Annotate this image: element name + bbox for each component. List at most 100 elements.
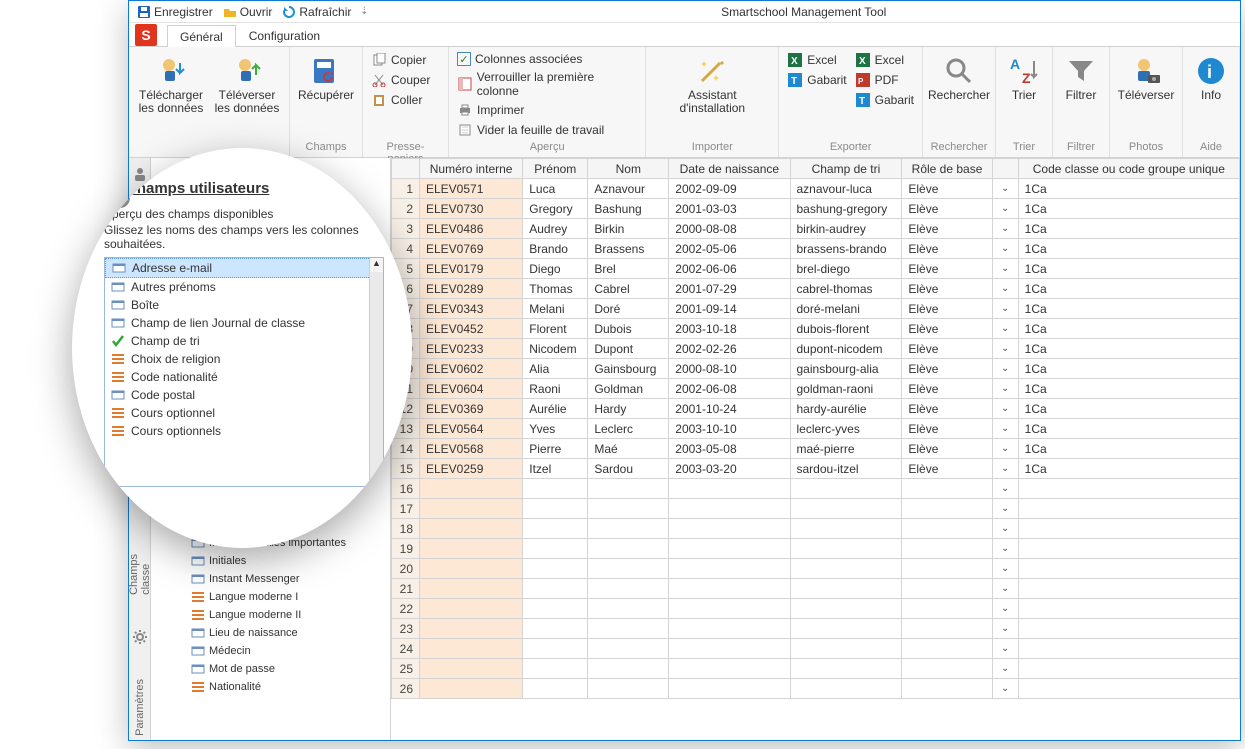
cell-prenom[interactable]: Luca	[523, 179, 588, 199]
cell-dob[interactable]: 2003-10-10	[669, 419, 790, 439]
tab-configuration[interactable]: Configuration	[236, 24, 333, 46]
column-header[interactable]: Code classe ou code groupe unique	[1018, 159, 1239, 179]
cell-dob[interactable]: 2003-10-18	[669, 319, 790, 339]
role-dropdown-icon[interactable]: ⌄	[992, 239, 1018, 259]
export-gabarit2-button[interactable]: TGabarit	[853, 91, 916, 109]
role-dropdown-icon[interactable]: ⌄	[992, 379, 1018, 399]
table-row[interactable]: 10ELEV0602AliaGainsbourg2000-08-10gainsb…	[392, 359, 1240, 379]
table-row[interactable]: 23⌄	[392, 619, 1240, 639]
vtab-class-fields[interactable]: Champs classe	[129, 522, 154, 599]
cell-role[interactable]: Elève	[902, 459, 992, 479]
role-dropdown-icon[interactable]: ⌄	[992, 319, 1018, 339]
table-row[interactable]: 25⌄	[392, 659, 1240, 679]
table-row[interactable]: 3ELEV0486AudreyBirkin2000-08-08birkin-au…	[392, 219, 1240, 239]
cell-nom[interactable]: Goldman	[588, 379, 669, 399]
cell-numero[interactable]: ELEV0564	[420, 419, 523, 439]
install-wizard-button[interactable]: Assistant d'installation	[652, 51, 772, 119]
field-item[interactable]: Choix de religion	[105, 350, 383, 368]
app-logo[interactable]: S	[135, 24, 157, 46]
cell-role[interactable]: Elève	[902, 199, 992, 219]
cell-dob[interactable]: 2001-10-24	[669, 399, 790, 419]
cell-numero[interactable]: ELEV0769	[420, 239, 523, 259]
cell-classe[interactable]: 1Ca	[1018, 259, 1239, 279]
cell-nom[interactable]: Leclerc	[588, 419, 669, 439]
cell-prenom[interactable]: Gregory	[523, 199, 588, 219]
cell-classe[interactable]: 1Ca	[1018, 219, 1239, 239]
cell-dob[interactable]: 2003-05-08	[669, 439, 790, 459]
upload-data-button[interactable]: Téléverser les données	[211, 51, 283, 119]
cell-prenom[interactable]: Itzel	[523, 459, 588, 479]
cell-nom[interactable]: Maé	[588, 439, 669, 459]
table-row[interactable]: 16⌄	[392, 479, 1240, 499]
table-row[interactable]: 17⌄	[392, 499, 1240, 519]
field-item[interactable]: Adresse e-mail	[105, 258, 383, 278]
tree-item[interactable]: Médecin	[151, 642, 390, 660]
tree-item[interactable]: Langue moderne II	[151, 606, 390, 624]
cell-numero[interactable]: ELEV0343	[420, 299, 523, 319]
cell-numero[interactable]: ELEV0259	[420, 459, 523, 479]
cell-classe[interactable]: 1Ca	[1018, 439, 1239, 459]
cell-role[interactable]: Elève	[902, 239, 992, 259]
cell-nom[interactable]: Dupont	[588, 339, 669, 359]
cell-tri[interactable]: birkin-audrey	[790, 219, 902, 239]
cell-tri[interactable]: bashung-gregory	[790, 199, 902, 219]
role-dropdown-icon[interactable]: ⌄	[992, 179, 1018, 199]
role-dropdown-icon[interactable]: ⌄	[992, 359, 1018, 379]
cell-role[interactable]: Elève	[902, 359, 992, 379]
role-dropdown-icon[interactable]: ⌄	[992, 519, 1018, 539]
cell-classe[interactable]: 1Ca	[1018, 419, 1239, 439]
table-row[interactable]: 14ELEV0568PierreMaé2003-05-08maé-pierreE…	[392, 439, 1240, 459]
assoc-columns-toggle[interactable]: ✓Colonnes associées	[455, 51, 639, 67]
row-number[interactable]: 16	[392, 479, 420, 499]
role-dropdown-icon[interactable]: ⌄	[992, 619, 1018, 639]
cell-nom[interactable]: Doré	[588, 299, 669, 319]
tree-item[interactable]: Nationalité	[151, 678, 390, 696]
cell-classe[interactable]: 1Ca	[1018, 239, 1239, 259]
row-number[interactable]: 4	[392, 239, 420, 259]
cell-classe[interactable]: 1Ca	[1018, 199, 1239, 219]
cell-nom[interactable]: Hardy	[588, 399, 669, 419]
row-number[interactable]: 3	[392, 219, 420, 239]
cell-prenom[interactable]: Thomas	[523, 279, 588, 299]
refresh-button[interactable]: Rafraîchir	[278, 4, 355, 20]
cell-numero[interactable]: ELEV0179	[420, 259, 523, 279]
table-row[interactable]: 22⌄	[392, 599, 1240, 619]
cell-classe[interactable]: 1Ca	[1018, 339, 1239, 359]
export-gabarit-button[interactable]: TGabarit	[785, 71, 848, 89]
cell-tri[interactable]: aznavour-luca	[790, 179, 902, 199]
cell-role[interactable]: Elève	[902, 379, 992, 399]
export-excel-button[interactable]: XExcel	[785, 51, 848, 69]
role-dropdown-icon[interactable]: ⌄	[992, 639, 1018, 659]
cell-classe[interactable]: 1Ca	[1018, 179, 1239, 199]
role-dropdown-icon[interactable]: ⌄	[992, 199, 1018, 219]
clear-sheet-button[interactable]: Vider la feuille de travail	[455, 121, 639, 139]
cell[interactable]	[420, 499, 523, 519]
cell-tri[interactable]: sardou-itzel	[790, 459, 902, 479]
role-dropdown-icon[interactable]: ⌄	[992, 659, 1018, 679]
table-row[interactable]: 12ELEV0369AurélieHardy2001-10-24hardy-au…	[392, 399, 1240, 419]
column-header[interactable]: Date de naissance	[669, 159, 790, 179]
row-number[interactable]: 22	[392, 599, 420, 619]
cell[interactable]	[420, 559, 523, 579]
cell[interactable]	[420, 659, 523, 679]
cell-numero[interactable]: ELEV0452	[420, 319, 523, 339]
cell-tri[interactable]: dupont-nicodem	[790, 339, 902, 359]
vtab-parameters[interactable]: Paramètres	[132, 675, 148, 740]
role-dropdown-icon[interactable]: ⌄	[992, 399, 1018, 419]
cell-dob[interactable]: 2001-09-14	[669, 299, 790, 319]
table-row[interactable]: 11ELEV0604RaoniGoldman2002-06-08goldman-…	[392, 379, 1240, 399]
field-item[interactable]: Code postal	[105, 386, 383, 404]
table-row[interactable]: 1ELEV0571LucaAznavour2002-09-09aznavour-…	[392, 179, 1240, 199]
cell-nom[interactable]: Cabrel	[588, 279, 669, 299]
cell-prenom[interactable]: Melani	[523, 299, 588, 319]
cell-tri[interactable]: brel-diego	[790, 259, 902, 279]
field-item[interactable]: Cours optionnels	[105, 422, 383, 440]
sort-button[interactable]: AZTrier	[1002, 51, 1046, 106]
cell-role[interactable]: Elève	[902, 319, 992, 339]
table-row[interactable]: 2ELEV0730GregoryBashung2001-03-03bashung…	[392, 199, 1240, 219]
cell-numero[interactable]: ELEV0571	[420, 179, 523, 199]
cell-tri[interactable]: maé-pierre	[790, 439, 902, 459]
cell-tri[interactable]: hardy-aurélie	[790, 399, 902, 419]
cell-nom[interactable]: Sardou	[588, 459, 669, 479]
cell-role[interactable]: Elève	[902, 399, 992, 419]
